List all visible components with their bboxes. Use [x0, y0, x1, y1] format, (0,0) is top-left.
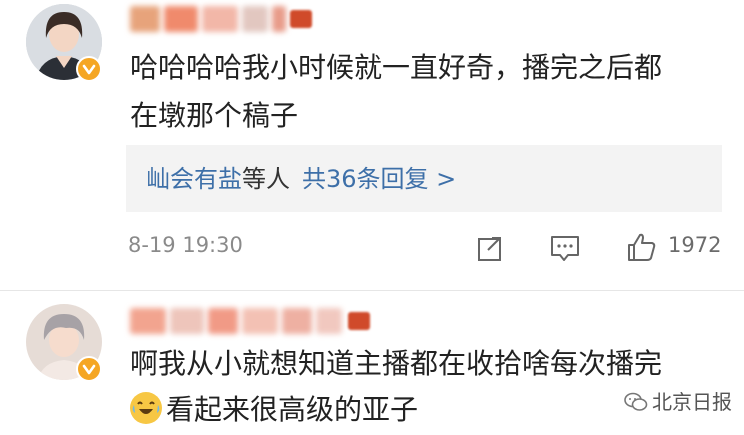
replies-summary[interactable]: 屾会有盐等人 共36条回复 >: [126, 145, 722, 212]
comment-divider: [0, 290, 744, 291]
verified-badge-icon: [76, 356, 102, 382]
like-count: 1972: [668, 233, 722, 257]
comment-timestamp: 8-19 19:30: [128, 233, 243, 257]
view-replies-link[interactable]: 共36条回复 >: [302, 165, 456, 193]
verified-badge-icon: [76, 56, 102, 82]
comment-text-line: 啊我从小就想知道主播都在收拾啥每次播完: [130, 347, 663, 380]
reply-others-label: 等人: [242, 165, 290, 193]
reply-username-link[interactable]: 屾会有盐: [146, 165, 242, 193]
laughing-crying-emoji: [130, 392, 162, 424]
comment-text-line: 哈哈哈哈我小时候就一直好奇，播完之后都: [130, 51, 663, 84]
like-icon[interactable]: [626, 231, 658, 267]
watermark-text: 北京日报: [652, 390, 732, 414]
username-blurred[interactable]: [130, 6, 312, 32]
watermark: 北京日报: [624, 386, 732, 415]
wechat-logo-icon: [624, 392, 648, 411]
share-icon[interactable]: [476, 234, 504, 266]
comment-icon[interactable]: [550, 234, 580, 266]
comment-text-line: 在墩那个稿子: [130, 99, 299, 132]
username-blurred[interactable]: [130, 308, 370, 334]
comment-text-line: 看起来很高级的亚子: [166, 393, 419, 426]
